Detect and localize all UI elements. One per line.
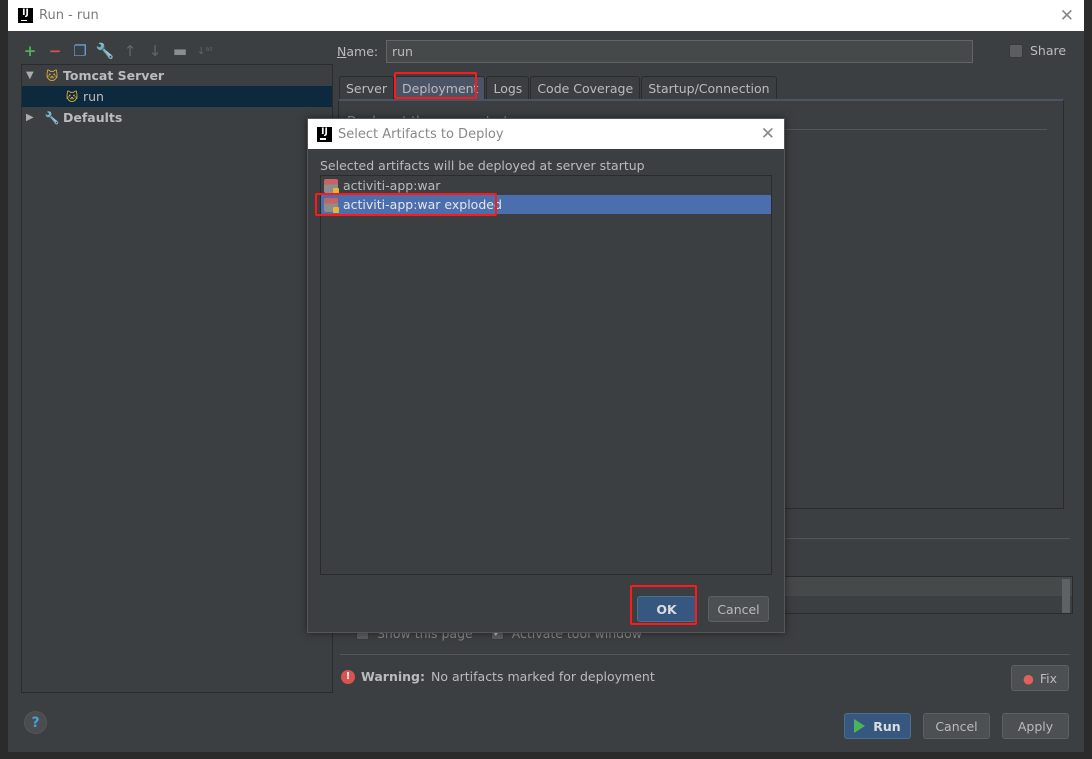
tab-deployment[interactable]: Deployment <box>395 76 486 99</box>
help-button[interactable]: ? <box>24 711 47 734</box>
tree-item-defaults[interactable]: ▶ 🔧 Defaults <box>22 107 332 128</box>
tree-item-tomcat-server[interactable]: ▼ 🐱 Tomcat Server <box>22 65 332 86</box>
config-toolbar: + − ❐ 🔧 ↑ ↓ ▬ ↓ᵃᶻ <box>22 40 213 62</box>
dialog-description: Selected artifacts will be deployed at s… <box>320 158 645 173</box>
title-bar: IJ Run - run ✕ <box>8 0 1084 31</box>
artifact-list: activiti-app:war activiti-app:war explod… <box>320 175 772 575</box>
run-button[interactable]: Run <box>844 713 911 739</box>
fix-label: Fix <box>1039 670 1058 686</box>
tree-item-run[interactable]: 🐱 run <box>22 86 332 107</box>
warning-title: Warning: <box>361 669 425 684</box>
artifact-item[interactable]: activiti-app:war <box>321 176 771 195</box>
intellij-logo-icon: IJ <box>317 126 332 142</box>
close-icon[interactable]: ✕ <box>1060 6 1074 26</box>
artifact-item[interactable]: activiti-app:war exploded <box>321 195 771 214</box>
tree-item-label: run <box>83 89 104 104</box>
move-up-icon[interactable]: ↑ <box>122 42 138 60</box>
wrench-icon: 🔧 <box>44 110 60 125</box>
dialog-title: Select Artifacts to Deploy <box>338 126 504 142</box>
apply-button[interactable]: Apply <box>1002 713 1069 739</box>
tomcat-icon: 🐱 <box>45 68 59 83</box>
wrench-icon[interactable]: 🔧 <box>96 42 115 60</box>
dialog-title-bar: IJ Select Artifacts to Deploy ✕ <box>308 119 784 149</box>
close-icon[interactable]: ✕ <box>761 124 775 144</box>
scrollbar[interactable] <box>1062 579 1070 613</box>
move-down-icon[interactable]: ↓ <box>147 42 163 60</box>
artifact-label: activiti-app:war exploded <box>343 197 502 212</box>
artifact-label: activiti-app:war <box>343 178 441 193</box>
tree-item-label: Defaults <box>63 110 123 125</box>
select-artifacts-dialog: IJ Select Artifacts to Deploy ✕ Selected… <box>307 118 785 633</box>
dialog-cancel-button[interactable]: Cancel <box>708 596 769 622</box>
ok-button[interactable]: OK <box>637 596 696 622</box>
configuration-tree: ▼ 🐱 Tomcat Server 🐱 run ▶ 🔧 Defaults <box>21 64 333 693</box>
cancel-button[interactable]: Cancel <box>923 713 990 739</box>
name-input[interactable] <box>386 40 973 63</box>
sort-icon[interactable]: ↓ᵃᶻ <box>197 43 213 59</box>
collapse-arrow-icon[interactable]: ▶ <box>26 112 38 123</box>
warning-icon: ! <box>341 669 355 684</box>
share-checkbox[interactable]: Share <box>1009 43 1066 58</box>
window-title: Run - run <box>39 8 99 23</box>
tomcat-run-icon: 🐱 <box>65 89 79 104</box>
lightbulb-icon: ● <box>1022 670 1034 686</box>
run-label: Run <box>873 718 901 734</box>
artifact-icon <box>324 178 339 194</box>
copy-icon[interactable]: ❐ <box>72 42 88 60</box>
add-icon[interactable]: + <box>22 42 38 60</box>
artifact-icon <box>324 197 339 213</box>
expand-arrow-icon[interactable]: ▼ <box>26 70 38 81</box>
remove-icon[interactable]: − <box>47 42 63 60</box>
tab-code-coverage[interactable]: Code Coverage <box>530 76 641 99</box>
share-checkbox-box[interactable] <box>1009 43 1023 58</box>
tab-logs[interactable]: Logs <box>486 76 530 99</box>
warning-text: No artifacts marked for deployment <box>430 669 655 684</box>
share-label: Share <box>1030 43 1067 58</box>
folder-icon[interactable]: ▬ <box>172 42 188 60</box>
tab-server[interactable]: Server <box>339 76 394 99</box>
fix-button[interactable]: ● Fix <box>1011 665 1069 691</box>
divider <box>340 654 1070 655</box>
name-label: Name: <box>337 44 379 59</box>
tree-item-label: Tomcat Server <box>63 68 165 83</box>
config-tabs: Server Deployment Logs Code Coverage Sta… <box>339 76 778 99</box>
intellij-logo-icon: IJ <box>18 8 33 23</box>
name-label-rest: ame: <box>346 44 379 59</box>
warning-message: ! Warning: No artifacts marked for deplo… <box>341 669 655 684</box>
tab-startup-connection[interactable]: Startup/Connection <box>641 76 777 99</box>
run-icon <box>854 719 866 733</box>
